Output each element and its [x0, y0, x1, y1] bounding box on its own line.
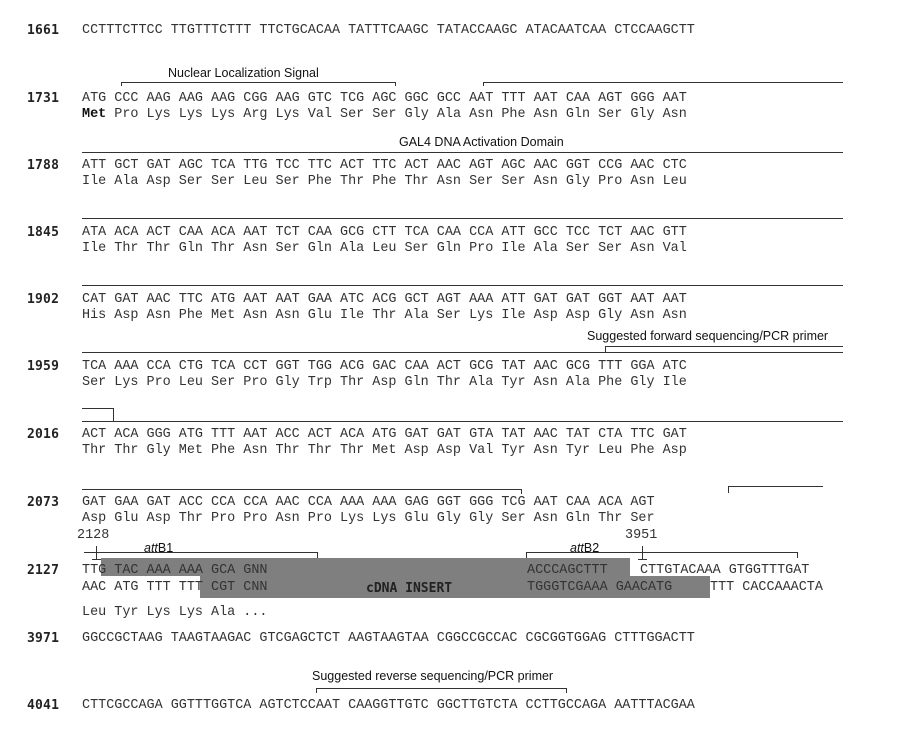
amino-acid-sequence: Leu Tyr Lys Lys Ala ...	[82, 605, 268, 620]
amino-acid-sequence: Ile Thr Thr Gln Thr Asn Ser Gln Ala Leu …	[82, 241, 687, 256]
nls-bracket	[121, 82, 396, 83]
gal4-ad-line	[82, 285, 843, 286]
dna-top-strand-right: CTTGTACAAA GTGGTTTGAT	[640, 563, 810, 578]
dna-sequence: ACT ACA GGG ATG TTT AAT ACC ACT ACA ATG …	[82, 427, 687, 442]
dna-sequence: ATG CCC AAG AAG AAG CGG AAG GTC TCG AGC …	[82, 91, 687, 106]
gal4-ad-line-end	[82, 489, 522, 490]
position-number: 1902	[27, 292, 60, 307]
primer-bracket-start	[728, 486, 823, 487]
position-number: 3971	[27, 631, 60, 646]
dna-sequence: ATT GCT GAT AGC TCA TTG TCC TTC ACT TTC …	[82, 158, 687, 173]
start-codon-met: Met	[82, 107, 107, 122]
position-number: 2073	[27, 495, 60, 510]
dna-sequence: GAT GAA GAT ACC CCA CCA AAC CCA AAA AAA …	[82, 495, 655, 510]
dna-sequence: CTTCGCCAGA GGTTTGGTCA AGTCTCCAAT CAAGGTT…	[82, 698, 695, 713]
amino-acids: Pro Lys Lys Lys Arg Lys Val Ser Ser Gly …	[106, 107, 687, 122]
reverse-primer-bracket-tick-right	[566, 688, 567, 693]
amino-acid-sequence: Thr Thr Gly Met Phe Asn Thr Thr Thr Met …	[82, 443, 687, 458]
dna-sequence: TCA AAA CCA CTG TCA CCT GGT TGG ACG GAC …	[82, 359, 687, 374]
forward-primer-bracket-end	[82, 408, 114, 409]
recombination-site-marker-left-base	[92, 559, 101, 560]
amino-acid-sequence: His Asp Asn Phe Met Asn Asn Glu Ile Thr …	[82, 308, 687, 323]
gal4-ad-line	[82, 218, 843, 219]
attb2-bracket	[526, 552, 798, 553]
nls-bracket-tick-right	[395, 82, 396, 86]
attb2-bracket-tick-right	[797, 552, 798, 558]
gal4-ad-line	[82, 421, 843, 422]
gal4-ad-line	[82, 352, 843, 353]
gal4-ad-line	[82, 152, 843, 153]
dna-sequence: CCTTTCTTCC TTGTTTCTTT TTCTGCACAA TATTTCA…	[82, 23, 695, 38]
position-number: 4041	[27, 698, 60, 713]
amino-acid-sequence: Asp Glu Asp Thr Pro Pro Asn Pro Lys Lys …	[82, 511, 655, 526]
position-number: 1661	[27, 23, 60, 38]
reverse-primer-bracket-tick-left	[316, 688, 317, 693]
attb1-bracket	[84, 552, 318, 553]
reverse-primer-label: Suggested reverse sequencing/PCR primer	[312, 669, 554, 683]
dna-bottom-strand-left: AAC ATG TTT TTT CGT CNN	[82, 580, 268, 595]
position-2128: 2128	[77, 528, 110, 543]
gal4-ad-bracket	[483, 82, 843, 83]
recombination-site-marker-right	[642, 546, 643, 559]
recombination-site-marker-right-base	[638, 559, 647, 560]
amino-acid-sequence: Ile Ala Asp Ser Ser Leu Ser Phe Thr Phe …	[82, 174, 687, 189]
position-number: 2016	[27, 427, 60, 442]
dna-top-strand-attb2: ACCCAGCTTT	[527, 563, 608, 578]
forward-primer-bracket	[605, 346, 843, 347]
position-3951: 3951	[625, 528, 658, 543]
recombination-site-marker-left	[96, 546, 97, 559]
position-number: 2127	[27, 563, 60, 578]
amino-acid-sequence: Ser Lys Pro Leu Ser Pro Gly Trp Thr Asp …	[82, 375, 687, 390]
cdna-insert-label: cDNA INSERT	[366, 581, 453, 596]
position-number: 1845	[27, 225, 60, 240]
position-number: 1788	[27, 158, 60, 173]
position-number: 1731	[27, 91, 60, 106]
gal4-ad-bracket-tick	[483, 82, 484, 86]
gal4-ad-label: GAL4 DNA Activation Domain	[399, 135, 564, 149]
dna-bottom-strand-attb2: TGGGTCGAAA GAACATG	[527, 580, 673, 595]
gal4-ad-end-tick	[521, 489, 522, 494]
dna-bottom-strand-right: TTT CACCAAACTA	[710, 580, 823, 595]
dna-sequence: CAT GAT AAC TTC ATG AAT AAT GAA ATC ACG …	[82, 292, 687, 307]
reverse-primer-bracket	[316, 688, 567, 689]
dna-sequence: ATA ACA ACT CAA ACA AAT TCT CAA GCG CTT …	[82, 225, 687, 240]
amino-acid-sequence: Met Pro Lys Lys Lys Arg Lys Val Ser Ser …	[82, 107, 687, 123]
forward-primer-bracket-end-tick	[113, 408, 114, 421]
primer-bracket-start-tick	[728, 486, 729, 493]
nls-bracket-tick-left	[121, 82, 122, 86]
nls-label: Nuclear Localization Signal	[168, 66, 319, 80]
forward-primer-label: Suggested forward sequencing/PCR primer	[587, 329, 829, 343]
dna-top-strand-left: TTG TAC AAA AAA GCA GNN	[82, 563, 268, 578]
position-number: 1959	[27, 359, 60, 374]
dna-sequence: GGCCGCTAAG TAAGTAAGAC GTCGAGCTCT AAGTAAG…	[82, 631, 695, 646]
